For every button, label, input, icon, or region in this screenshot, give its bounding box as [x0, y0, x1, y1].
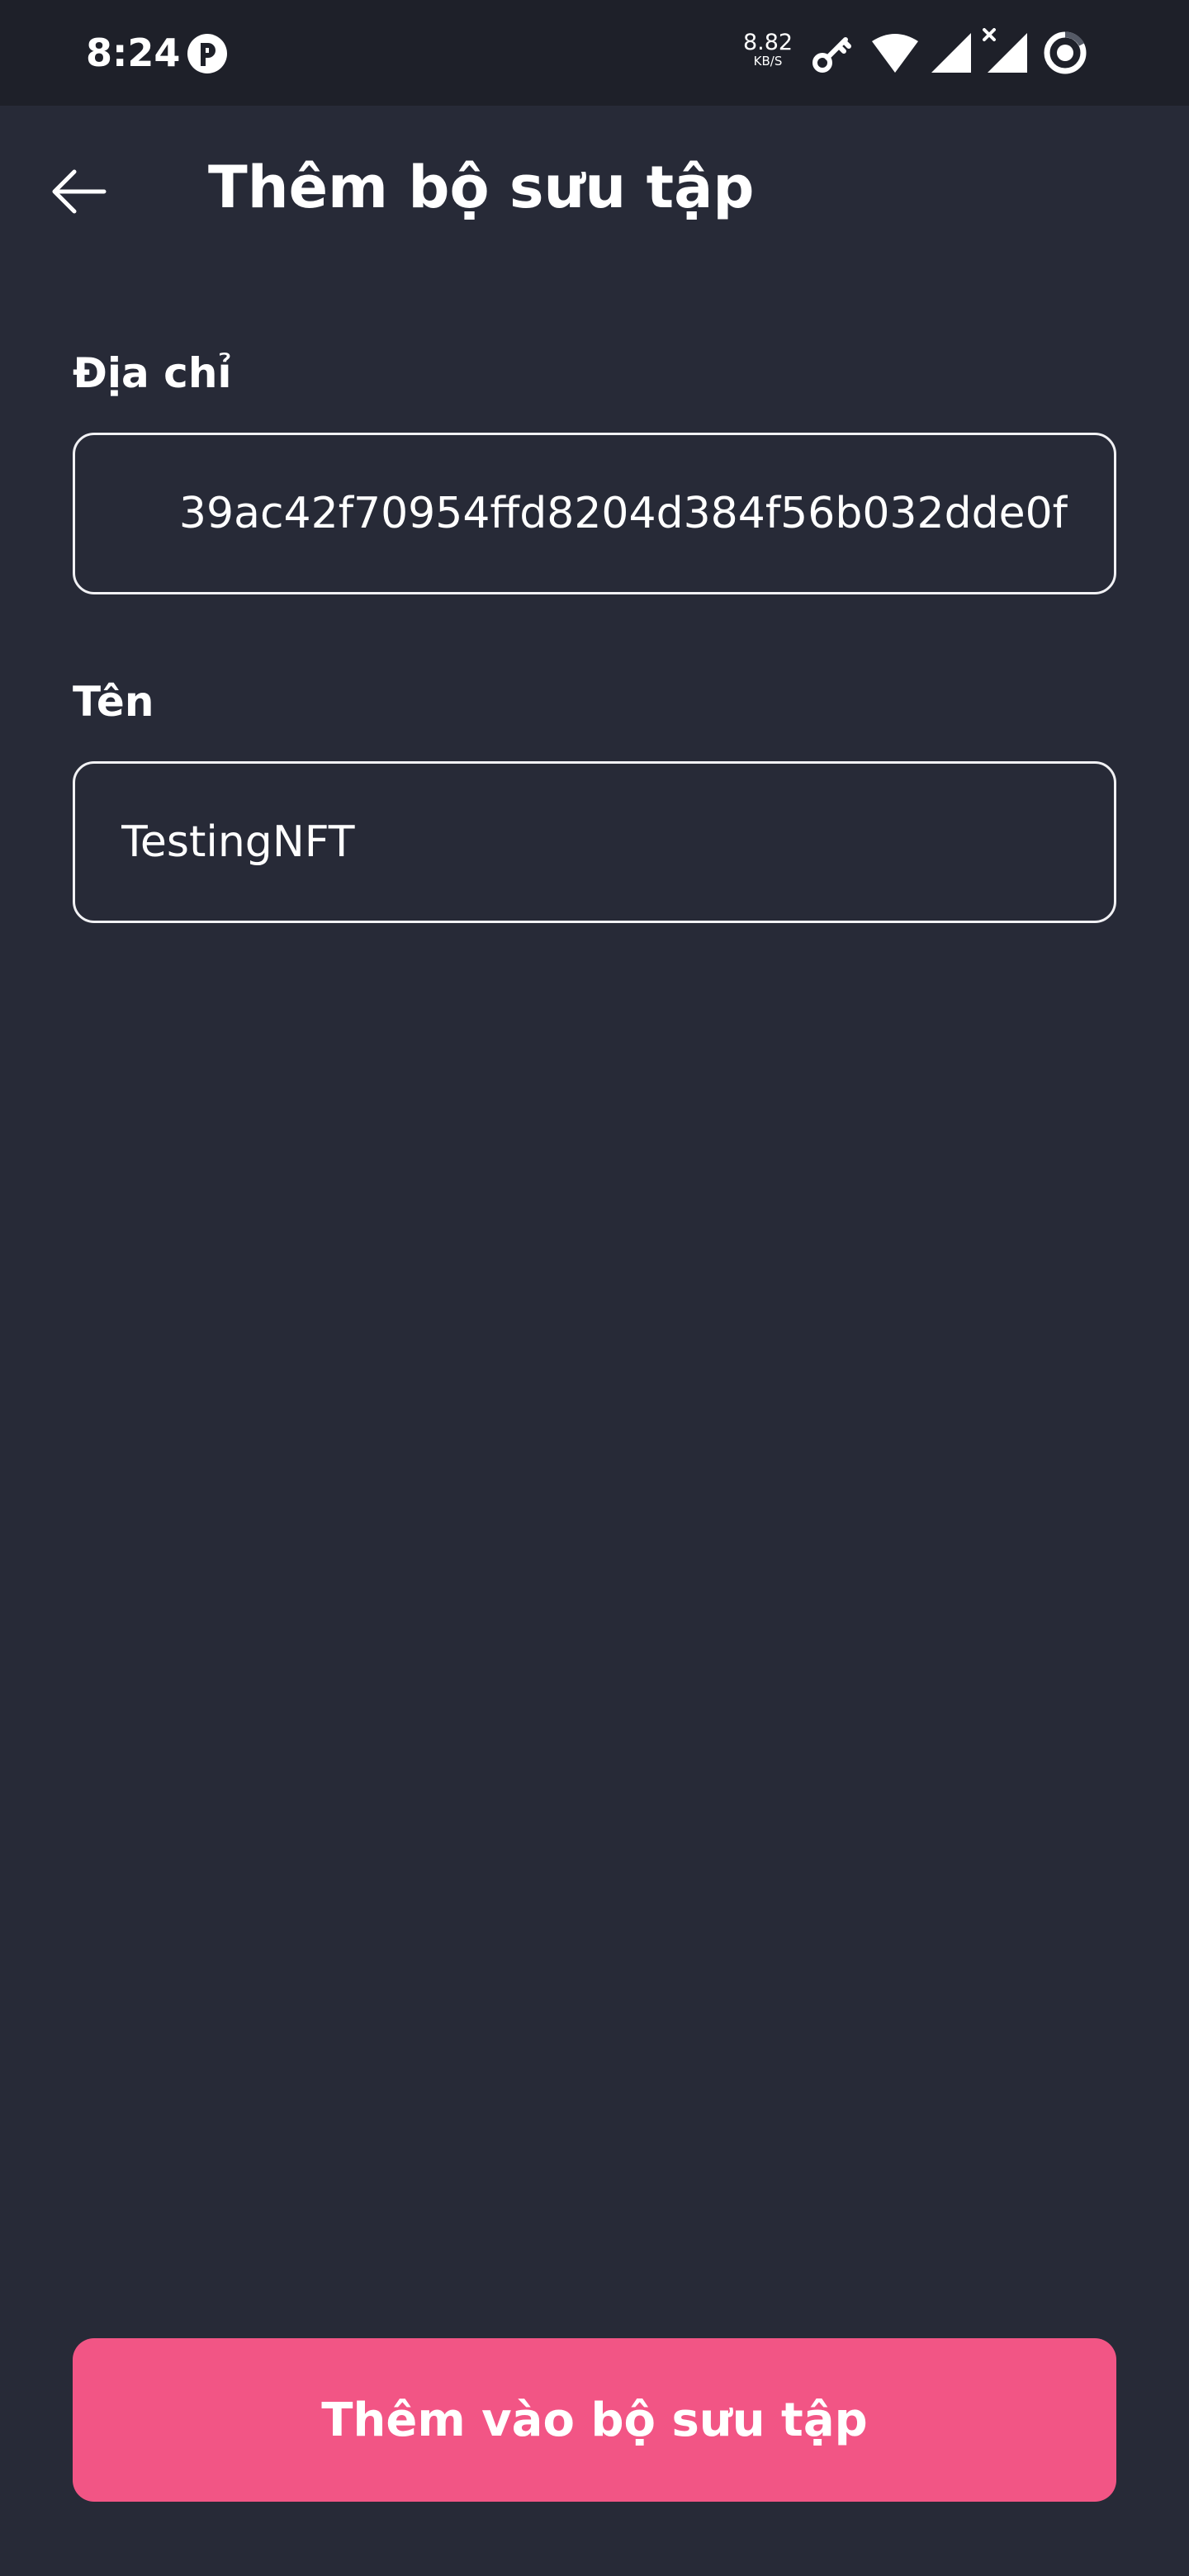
name-input[interactable]: TestingNFT: [121, 809, 1068, 875]
network-speed: 8.82 KB/S: [741, 31, 794, 68]
add-to-collection-button[interactable]: Thêm vào bộ sưu tập: [73, 2338, 1116, 2502]
vpn-key-icon: [812, 37, 851, 73]
status-time: 8:24: [86, 31, 181, 75]
address-value: 39ac42f70954ffd8204d384f56b032dde0f: [178, 489, 1068, 538]
battery-ring-icon: [1044, 31, 1087, 74]
address-input[interactable]: 39ac42f70954ffd8204d384f56b032dde0f: [121, 481, 1068, 547]
status-bar: 8:24 8.82 KB/S: [0, 0, 1189, 106]
app-notification-icon: [187, 34, 227, 73]
address-field[interactable]: 39ac42f70954ffd8204d384f56b032dde0f: [73, 433, 1116, 594]
network-speed-unit: KB/S: [753, 54, 783, 69]
name-field[interactable]: TestingNFT: [73, 761, 1116, 923]
cell-signal-no-data-icon: [983, 28, 1027, 73]
screen: 8:24 8.82 KB/S Thêm bộ sưu tập Địa chỉ 3…: [0, 0, 1189, 2576]
address-label: Địa chỉ: [73, 349, 232, 397]
wifi-icon: [872, 34, 918, 73]
name-label: Tên: [73, 678, 154, 726]
back-button[interactable]: [46, 159, 112, 225]
arrow-left-icon: [52, 169, 107, 214]
cell-signal-icon: [931, 33, 971, 73]
page-title: Thêm bộ sưu tập: [208, 154, 755, 221]
network-speed-value: 8.82: [742, 30, 793, 55]
